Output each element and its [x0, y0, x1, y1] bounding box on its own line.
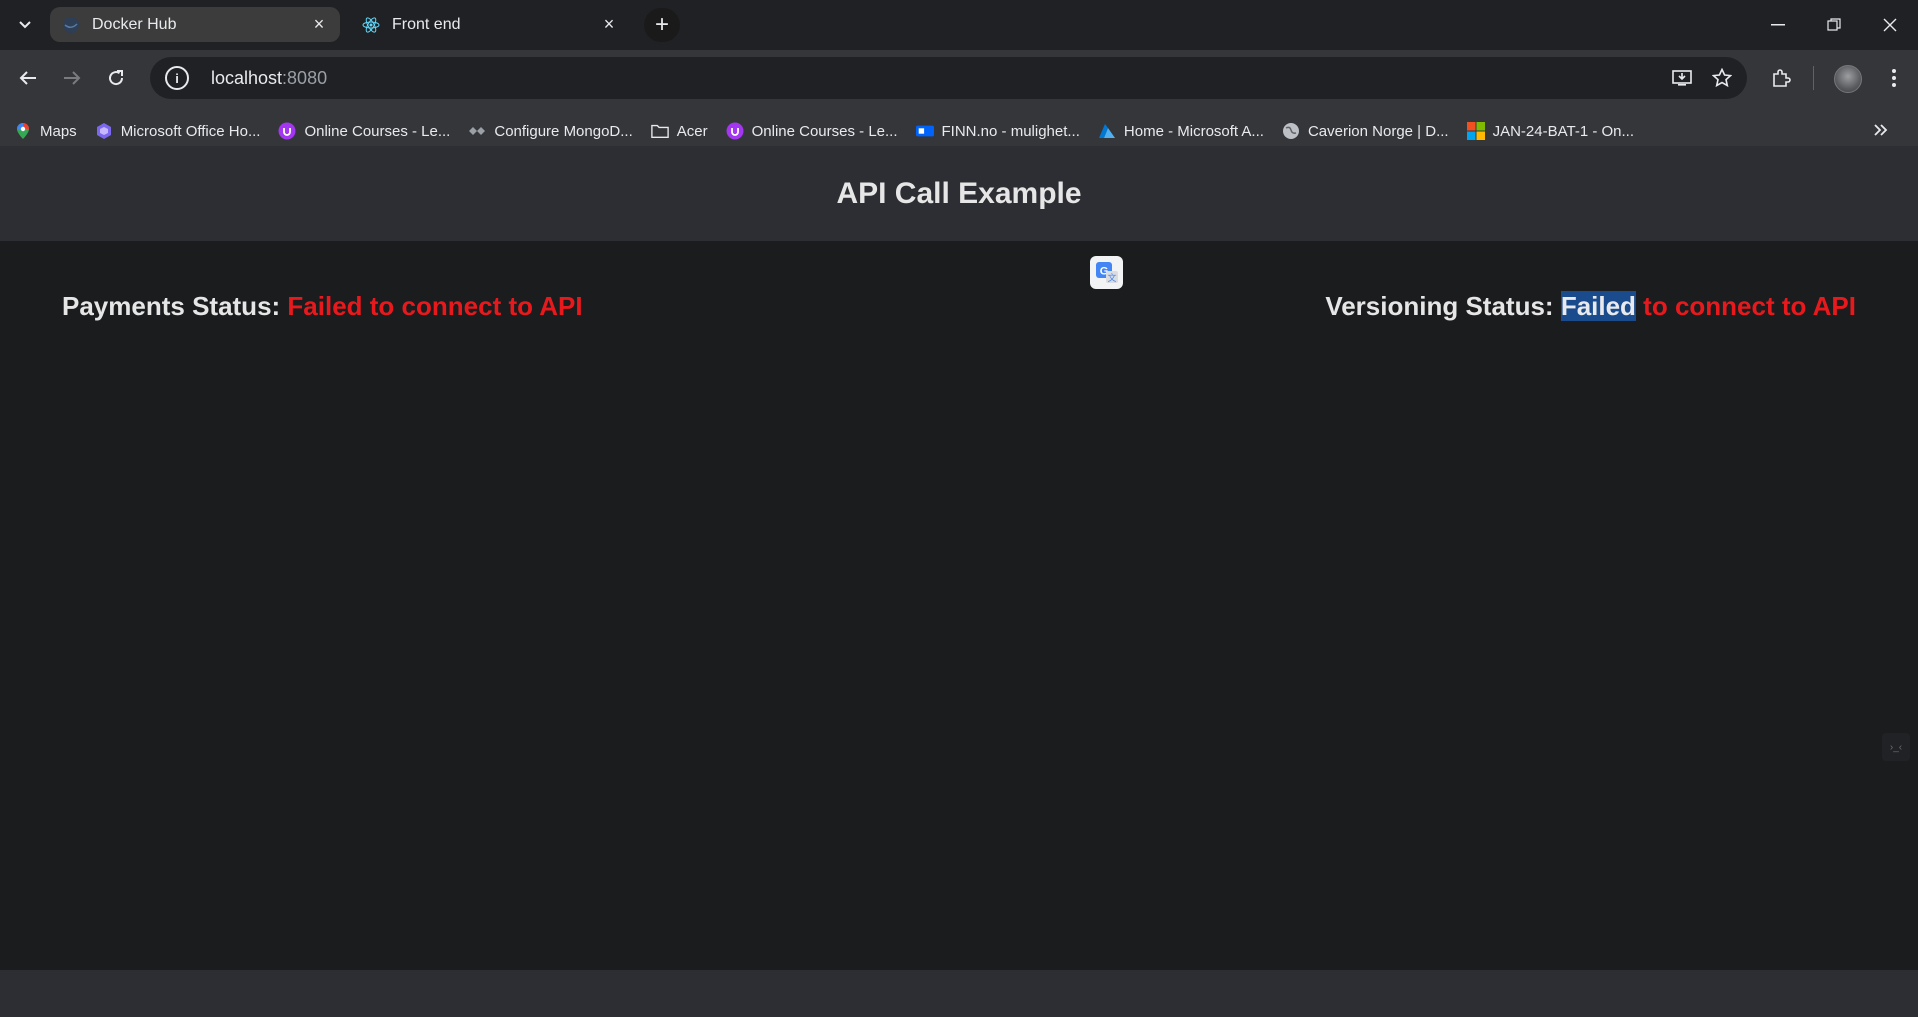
bookmark-jan-24[interactable]: JAN-24-BAT-1 - On...	[1466, 122, 1634, 140]
translate-icon[interactable]: G文	[1090, 256, 1123, 289]
react-icon	[362, 16, 380, 34]
page-viewport: API Call Example G文 Payments Status: Fai…	[0, 146, 1918, 1017]
chevron-double-right-icon[interactable]	[1874, 120, 1888, 141]
bookmark-maps[interactable]: Maps	[14, 122, 77, 140]
minimize-icon[interactable]	[1758, 10, 1798, 40]
bookmark-caverion[interactable]: Caverion Norge | D...	[1282, 122, 1449, 140]
close-icon[interactable]: ×	[600, 14, 618, 34]
devtools-handle-icon[interactable]: ›_‹	[1882, 733, 1910, 761]
versioning-status-label: Versioning Status:	[1325, 291, 1554, 321]
url-text[interactable]: localhost:8080	[211, 68, 327, 89]
page-footer	[0, 970, 1918, 1017]
docker-icon	[62, 16, 80, 34]
globe-icon	[1282, 122, 1300, 140]
status-row: Payments Status: Failed to connect to AP…	[62, 291, 1856, 322]
finn-icon	[915, 122, 934, 140]
bookmark-office[interactable]: Microsoft Office Ho...	[95, 122, 260, 140]
udemy-icon	[726, 122, 744, 140]
maps-icon	[14, 122, 32, 140]
browser-window: Docker Hub × Front end × + i localhost:8…	[0, 0, 1918, 1017]
folder-icon	[650, 122, 669, 140]
reload-icon[interactable]	[98, 60, 134, 96]
bookmark-udemy-1[interactable]: Online Courses - Le...	[278, 122, 450, 140]
site-info-icon[interactable]: i	[165, 66, 189, 90]
new-tab-button[interactable]: +	[644, 8, 680, 42]
versioning-status-value: to connect to API	[1635, 291, 1856, 321]
bookmark-finn[interactable]: FINN.no - mulighet...	[915, 122, 1080, 140]
payments-status-value: Failed to connect to API	[287, 291, 583, 321]
office-icon	[95, 122, 113, 140]
udemy-icon	[278, 122, 296, 140]
bookmark-star-icon[interactable]	[1707, 63, 1737, 93]
tab-front-end[interactable]: Front end ×	[350, 7, 630, 42]
close-icon[interactable]: ×	[310, 14, 328, 34]
tab-search-chevron-icon[interactable]	[12, 12, 38, 38]
profile-avatar[interactable]	[1834, 65, 1862, 93]
payments-status: Payments Status: Failed to connect to AP…	[62, 291, 583, 322]
versioning-status: Versioning Status: Failed to connect to …	[1325, 291, 1856, 322]
toolbar: i localhost:8080 Maps Microsoft Office H…	[0, 50, 1918, 158]
tab-title: Docker Hub	[92, 15, 177, 33]
address-bar[interactable]: i localhost:8080	[150, 57, 1747, 99]
restore-icon[interactable]	[1814, 10, 1854, 40]
tab-docker-hub[interactable]: Docker Hub ×	[50, 7, 340, 42]
page-title: API Call Example	[836, 176, 1082, 210]
tab-strip: Docker Hub × Front end × +	[0, 0, 1918, 50]
svg-text:文: 文	[1107, 272, 1116, 283]
page-header: API Call Example	[0, 146, 1918, 241]
azure-icon	[1098, 122, 1116, 140]
extensions-puzzle-icon[interactable]	[1763, 60, 1799, 96]
microsoft-icon	[1466, 122, 1485, 140]
bookmark-folder-acer[interactable]: Acer	[650, 122, 708, 140]
close-window-icon[interactable]	[1870, 10, 1910, 40]
payments-status-label: Payments Status:	[62, 291, 281, 321]
bookmark-udemy-2[interactable]: Online Courses - Le...	[726, 122, 898, 140]
forward-arrow-icon[interactable]	[54, 60, 90, 96]
bookmark-azure[interactable]: Home - Microsoft A...	[1098, 122, 1264, 140]
bookmark-mongodb[interactable]: Configure MongoD...	[468, 122, 633, 140]
selected-text: Failed	[1560, 291, 1636, 321]
toolbar-divider	[1813, 66, 1814, 90]
install-app-icon[interactable]	[1667, 63, 1697, 93]
mongodb-icon	[468, 122, 486, 140]
tab-title: Front end	[392, 15, 461, 33]
more-menu-icon[interactable]	[1876, 60, 1912, 96]
back-arrow-icon[interactable]	[10, 60, 46, 96]
